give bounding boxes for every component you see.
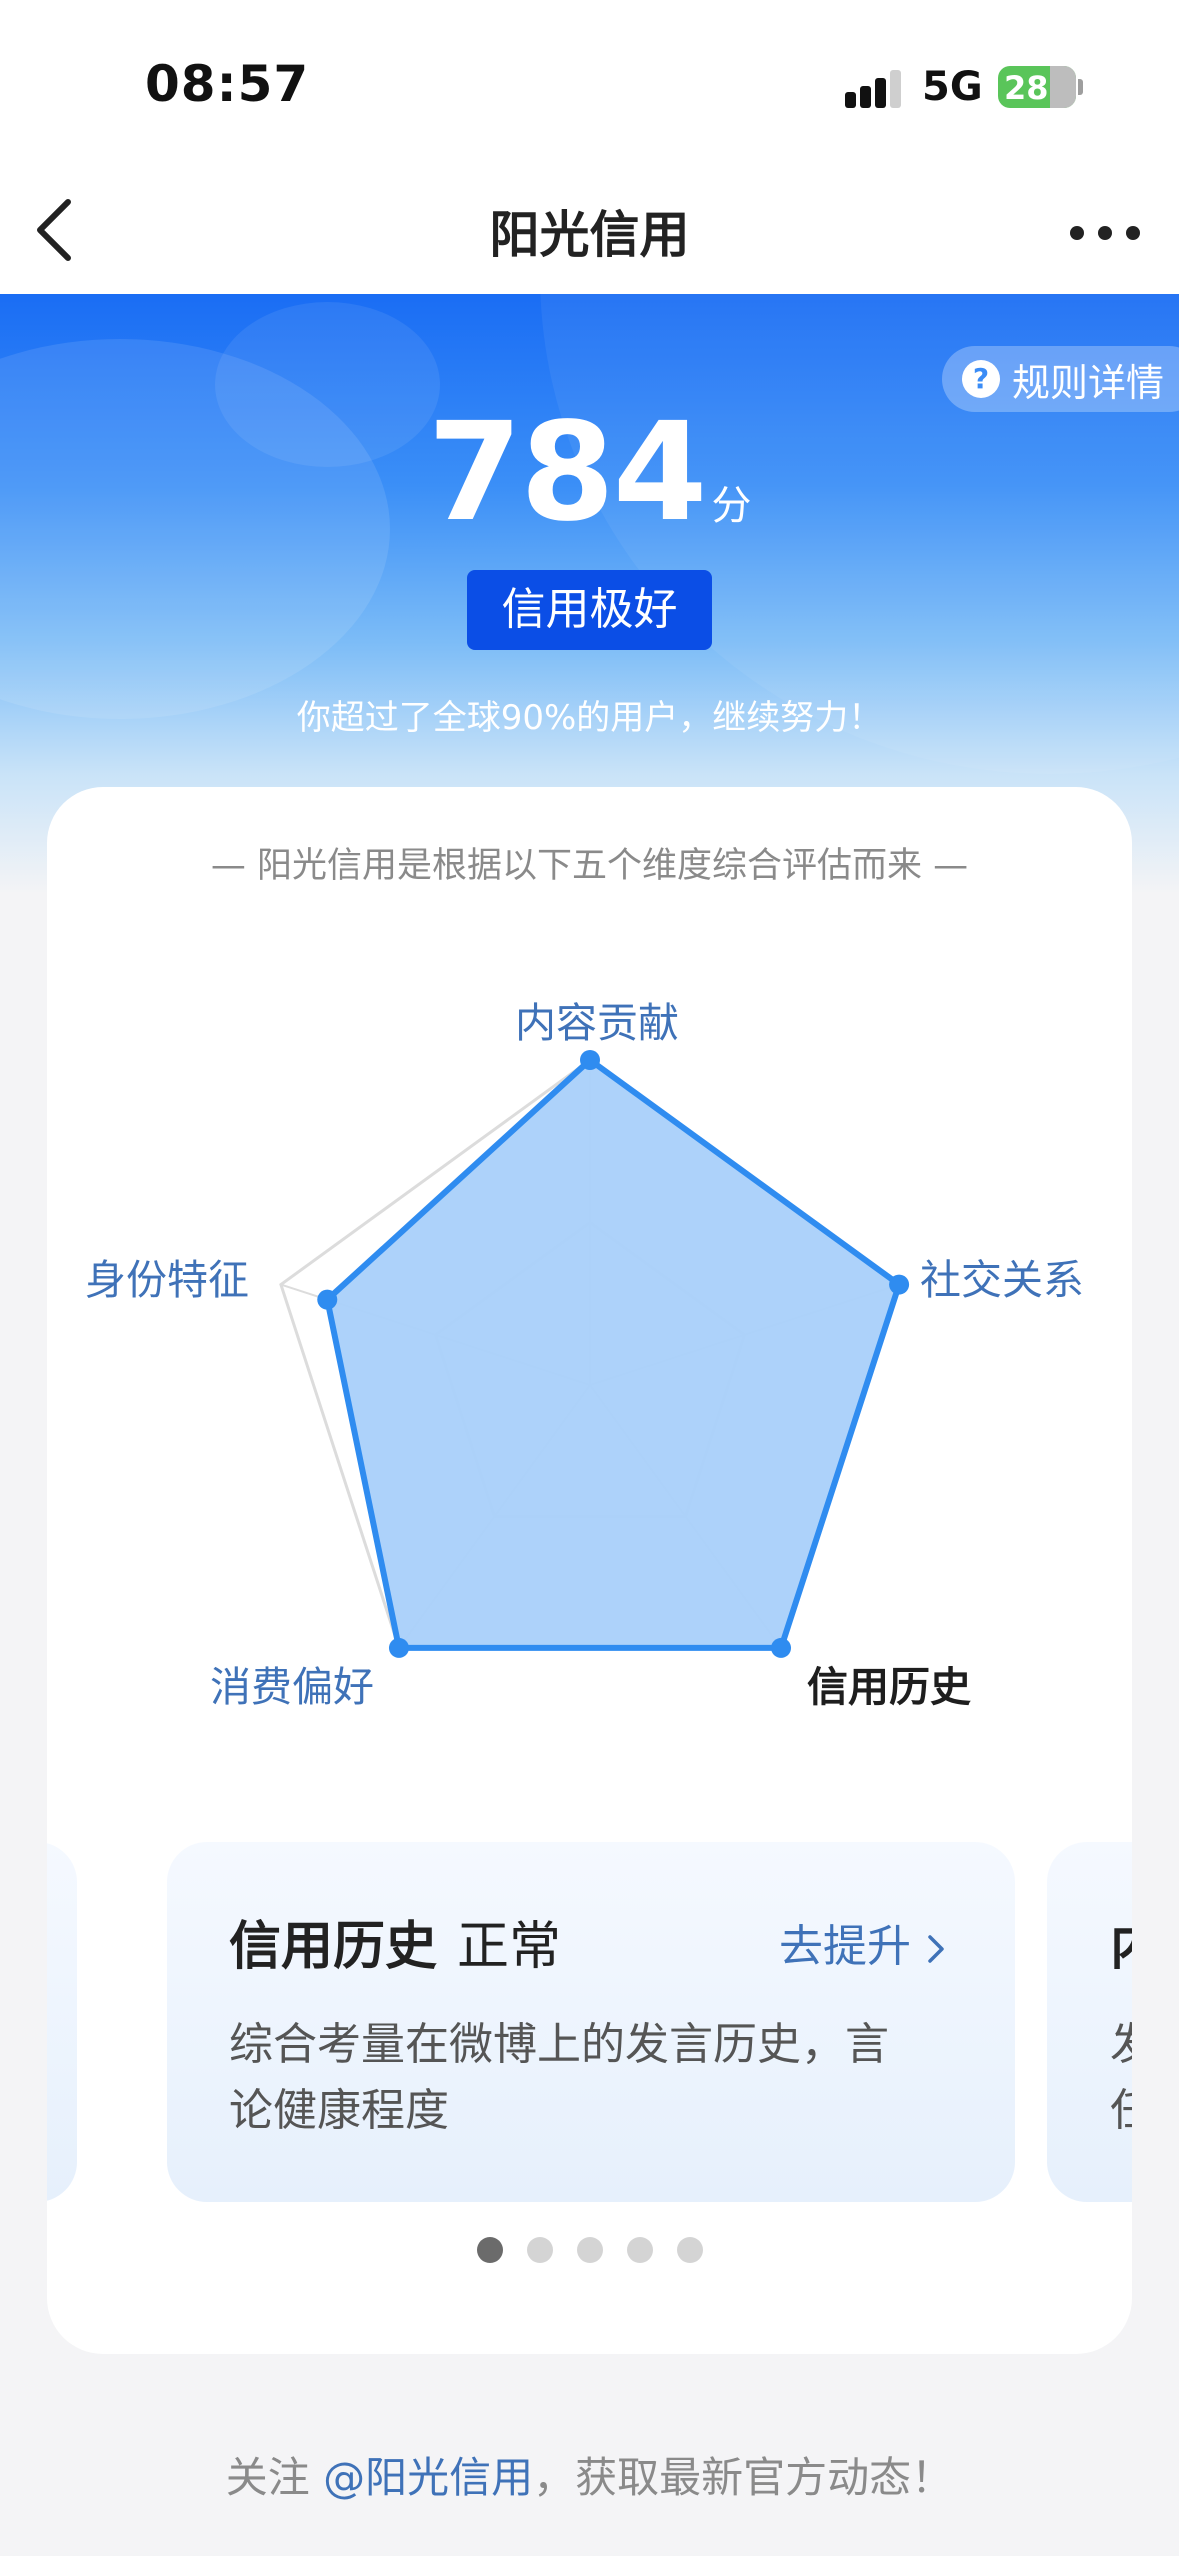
radar-label[interactable]: 信用历史 [807, 1653, 971, 1713]
dimension-title: 信用历史 [229, 1917, 438, 1977]
credit-score: 784 分 [0, 394, 1179, 552]
nav-bar: 阳光信用 [0, 170, 1179, 294]
page-dot[interactable] [627, 2237, 653, 2263]
radar-score-point [388, 1637, 409, 1658]
next-dimension-title: 内 [1110, 1904, 1132, 1979]
official-account-link[interactable]: @阳光信用 [323, 2453, 533, 2502]
page-title: 阳光信用 [489, 206, 690, 264]
improve-label: 去提升 [779, 1921, 911, 1972]
more-button[interactable] [1060, 202, 1150, 262]
question-icon: ? [962, 360, 1000, 398]
network-label: 5G [922, 64, 983, 110]
carousel-pagination [47, 2237, 1132, 2267]
more-dot-icon [1070, 226, 1084, 240]
page-dot[interactable] [577, 2237, 603, 2263]
status-time: 08:57 [145, 55, 310, 113]
radar-score-point [771, 1637, 792, 1658]
radar-label[interactable]: 身份特征 [85, 1246, 249, 1306]
signal-icon [845, 68, 905, 108]
dimension-status: 正常 [457, 1917, 562, 1977]
radar-label[interactable]: 消费偏好 [210, 1653, 374, 1713]
page-dot[interactable] [477, 2237, 503, 2263]
footer-follow-tip: 关注 @阳光信用，获取最新官方动态！ [225, 2453, 954, 2502]
score-value: 784 [427, 394, 708, 552]
more-dot-icon [1126, 226, 1140, 240]
next-dimension-description: 发 任 [1110, 2012, 1132, 2144]
page-dot[interactable] [527, 2237, 553, 2263]
page-dot[interactable] [677, 2237, 703, 2263]
prev-dimension-card[interactable] [47, 1842, 77, 2202]
ranking-tip: 你超过了全球90%的用户，继续努力！ [296, 698, 883, 738]
chevron-right-icon [928, 1935, 944, 1963]
radar-score-point [889, 1274, 910, 1295]
status-bar: 08:57 5G 28 [0, 0, 1179, 170]
radar-label[interactable]: 社交关系 [920, 1246, 1084, 1306]
dimension-card: — 阳光信用是根据以下五个维度综合评估而来 — 内容贡献 社交关系 信用历史 消费偏好… [47, 787, 1132, 2354]
next-dimension-card[interactable]: 内 发 任 [1047, 1842, 1132, 2202]
radar-score-area [324, 1057, 903, 1651]
score-unit: 分 [711, 483, 752, 529]
battery-icon: 28 [998, 66, 1083, 108]
radar-score-point [317, 1289, 338, 1310]
dimension-description: 综合考量在微博上的发言历史，言论健康程度 [229, 2019, 889, 2136]
radar-label[interactable]: 内容贡献 [515, 989, 679, 1049]
improve-link[interactable]: 去提升 [779, 1910, 947, 1974]
dimension-carousel[interactable]: 信用历史 正常 去提升 综合考量在微博上的发言历史，言论健康程度 内 发 任 [47, 1842, 1132, 2202]
battery-level: 28 [1004, 69, 1049, 107]
radar-score-point [580, 1050, 600, 1070]
radar-chart: 内容贡献社交关系信用历史 消费偏好 身份特征 [47, 787, 1132, 1787]
more-dot-icon [1098, 226, 1112, 240]
credit-level-badge: 信用极好 [467, 570, 712, 650]
current-dimension-card[interactable]: 信用历史 正常 去提升 综合考量在微博上的发言历史，言论健康程度 [167, 1842, 1015, 2202]
